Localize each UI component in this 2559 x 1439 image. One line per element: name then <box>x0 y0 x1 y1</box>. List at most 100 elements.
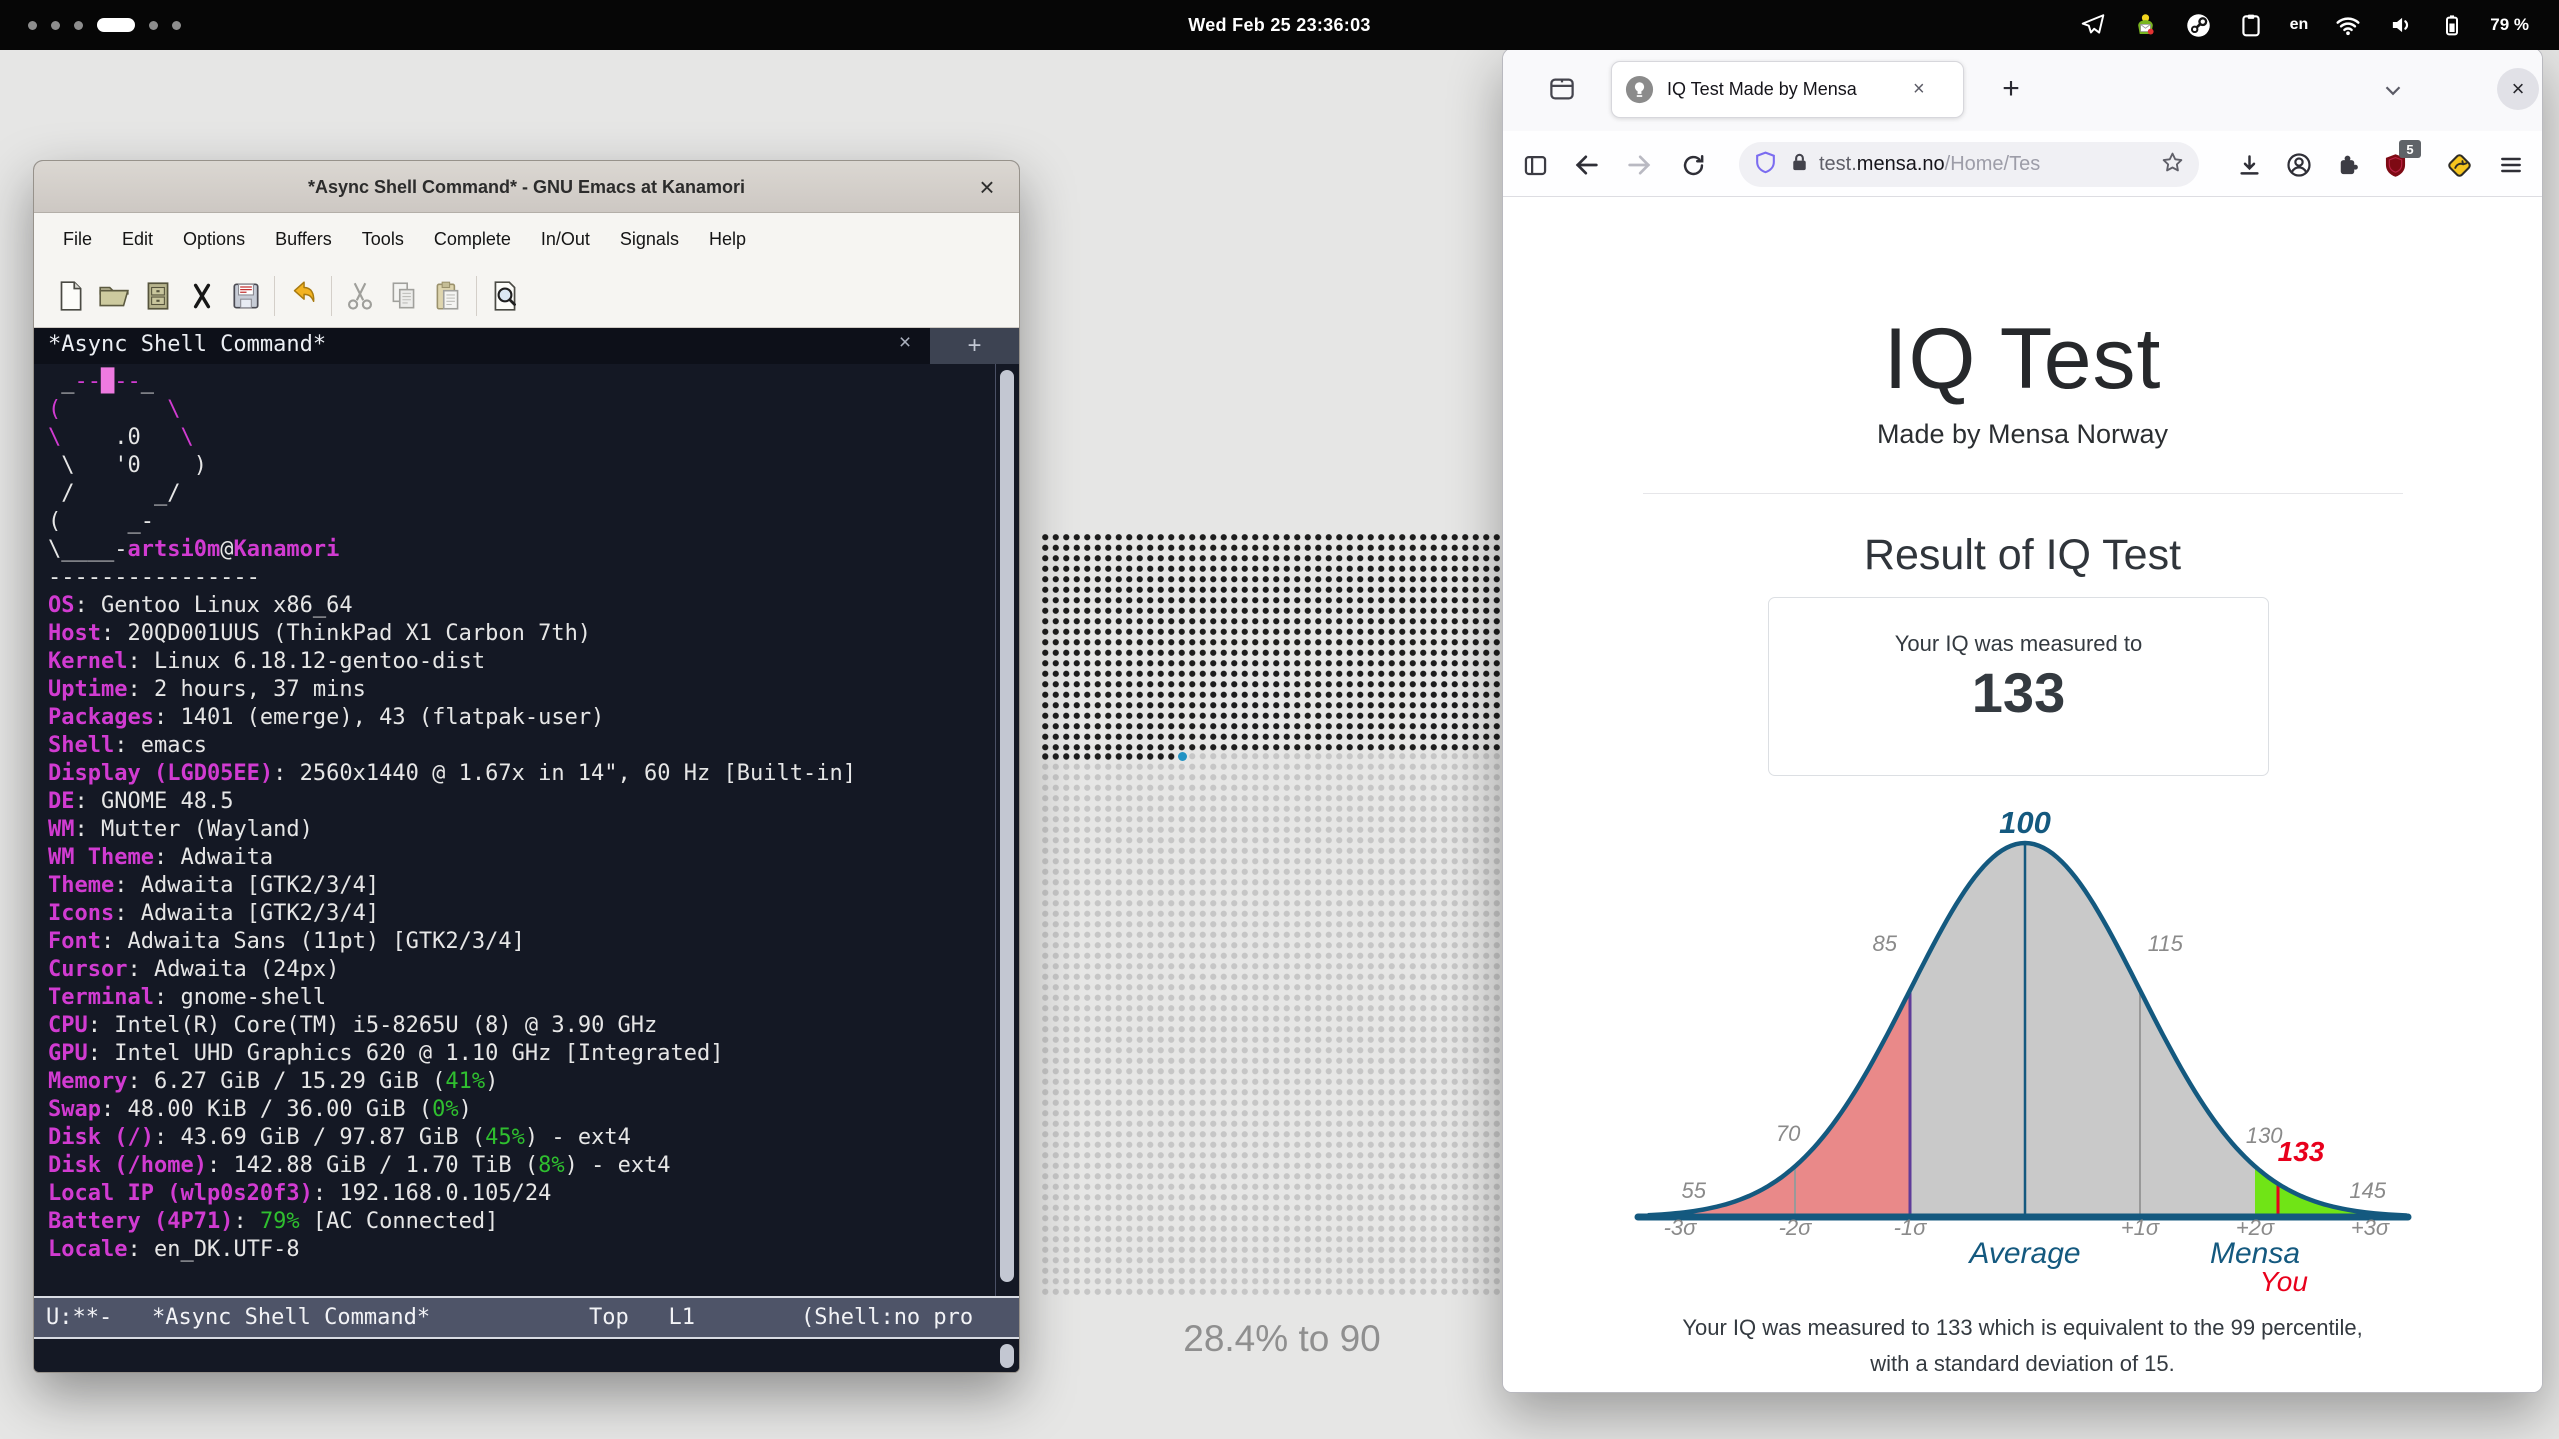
chart-label: +1σ <box>2121 1215 2160 1240</box>
dired-button[interactable] <box>136 276 180 316</box>
terminal-line: Font: Adwaita Sans (11pt) [GTK2/3/4] <box>48 928 994 956</box>
system-tray: en 79 % <box>2080 0 2529 50</box>
tab-close-button[interactable]: × <box>1913 78 1925 101</box>
menu-hamburger-icon[interactable] <box>2493 147 2529 183</box>
result-heading: Result of IQ Test <box>1503 531 2542 580</box>
window-close-button[interactable]: × <box>2497 68 2539 110</box>
back-button[interactable] <box>1569 147 1605 183</box>
emacs-titlebar[interactable]: *Async Shell Command* - GNU Emacs at Kan… <box>34 161 1019 213</box>
extensions-puzzle-icon[interactable] <box>2329 147 2365 183</box>
keyboard-layout-indicator[interactable]: en <box>2290 16 2309 34</box>
claws-mail-icon[interactable] <box>2132 12 2159 39</box>
toolbar-separator <box>476 276 477 316</box>
new-tab-button[interactable]: + <box>1989 66 2033 112</box>
bell-curve-chart: 557085100115130133145-3σ-2σ-1σ+1σ+2σ+3σA… <box>1628 801 2418 1301</box>
firefox-window: IQ Test Made by Mensa × + × test.mensa.n… <box>1502 47 2543 1393</box>
chart-label: 133 <box>2278 1136 2325 1167</box>
url-text: test.mensa.no/Home/Tes <box>1819 153 2119 176</box>
terminal-line: Battery (4P71): 79% [AC Connected] <box>48 1208 994 1236</box>
buffer-tab[interactable]: *Async Shell Command* <box>48 332 326 357</box>
emacs-window-title: *Async Shell Command* - GNU Emacs at Kan… <box>34 161 1019 213</box>
close-buffer-button[interactable] <box>180 276 224 316</box>
account-icon[interactable] <box>2281 147 2317 183</box>
chart-label: 85 <box>1872 931 1897 956</box>
emacs-menu-buffers[interactable]: Buffers <box>260 229 347 250</box>
result-description: Your IQ was measured to 133 which is equ… <box>1503 1310 2542 1382</box>
echo-scrollbar-thumb[interactable] <box>1000 1344 1014 1368</box>
volume-icon[interactable] <box>2388 12 2414 38</box>
workspace-indicator[interactable] <box>28 0 181 50</box>
cut-button[interactable] <box>338 276 382 316</box>
workspace-dot[interactable] <box>28 21 37 30</box>
emacs-menu-options[interactable]: Options <box>168 229 260 250</box>
toolbar-separator <box>331 276 332 316</box>
chart-label: -2σ <box>1779 1215 1813 1240</box>
clipboard-icon[interactable] <box>2238 12 2264 38</box>
tracking-protection-shield-icon[interactable] <box>1753 150 1778 180</box>
battery-icon[interactable] <box>2440 12 2464 38</box>
open-file-button[interactable] <box>92 276 136 316</box>
isearch-button[interactable] <box>483 276 527 316</box>
emacs-tab-line: *Async Shell Command* × + <box>34 328 1019 364</box>
page-content: IQ Test Made by Mensa Norway Result of I… <box>1503 197 2542 1392</box>
buffer-tab-close[interactable]: × <box>890 331 920 355</box>
emacs-menu-inout[interactable]: In/Out <box>526 229 605 250</box>
browser-tab[interactable]: IQ Test Made by Mensa × <box>1611 61 1964 118</box>
ublock-badge: 5 <box>2399 140 2421 158</box>
workspace-dot[interactable] <box>172 21 181 30</box>
emacs-scrollbar[interactable] <box>995 364 1019 1296</box>
ublock-origin-icon[interactable]: 5 <box>2377 147 2413 183</box>
new-buffer-tab-button[interactable]: + <box>930 328 1019 364</box>
workspace-dot[interactable] <box>74 21 83 30</box>
terminal-line: Kernel: Linux 6.18.12-gentoo-dist <box>48 648 994 676</box>
active-workspace-pill[interactable] <box>97 18 135 32</box>
scrollbar-thumb[interactable] <box>1000 370 1014 1282</box>
sidebar-toggle-icon[interactable] <box>1517 147 1553 183</box>
telegram-icon[interactable] <box>2080 12 2106 38</box>
terminal-line: Uptime: 2 hours, 37 mins <box>48 676 994 704</box>
terminal-line: DE: GNOME 48.5 <box>48 788 994 816</box>
tab-title: IQ Test Made by Mensa <box>1667 79 1907 100</box>
chart-label: Average <box>1967 1237 2080 1270</box>
url-bar[interactable]: test.mensa.no/Home/Tes <box>1739 142 2199 187</box>
divider <box>1643 493 2403 494</box>
emacs-window: *Async Shell Command* - GNU Emacs at Kan… <box>33 160 1020 1373</box>
firefox-toolbar: test.mensa.no/Home/Tes 5 <box>1503 131 2542 197</box>
wifi-icon[interactable] <box>2334 12 2362 38</box>
firefox-view-icon[interactable] <box>1545 72 1579 106</box>
steam-icon[interactable] <box>2185 12 2212 39</box>
chart-label: +3σ <box>2351 1215 2390 1240</box>
emacs-close-button[interactable]: × <box>969 169 1005 205</box>
desktop: Wed Feb 25 23:36:03 en 79 % 28.4% to 90 … <box>0 0 2559 1439</box>
paste-button[interactable] <box>426 276 470 316</box>
emacs-menu-help[interactable]: Help <box>694 229 761 250</box>
terminal-line: \ .0 \ <box>48 424 994 452</box>
terminal-line: Memory: 6.27 GiB / 15.29 GiB (41%) <box>48 1068 994 1096</box>
downloads-icon[interactable] <box>2231 147 2267 183</box>
save-button[interactable] <box>224 276 268 316</box>
lock-icon[interactable] <box>1788 151 1811 179</box>
emacs-buffer[interactable]: *Async Shell Command* × + _--█--_( \\ .0… <box>34 328 1019 1296</box>
result-description-line1: Your IQ was measured to 133 which is equ… <box>1503 1310 2542 1346</box>
emacs-menu-edit[interactable]: Edit <box>107 229 168 250</box>
new-file-button[interactable] <box>48 276 92 316</box>
terminal-line: _--█--_ <box>48 368 994 396</box>
bookmark-star-icon[interactable] <box>2160 150 2185 180</box>
emacs-menu-tools[interactable]: Tools <box>347 229 419 250</box>
list-all-tabs-chevron-icon[interactable] <box>2375 72 2411 108</box>
emacs-menu-complete[interactable]: Complete <box>419 229 526 250</box>
workspace-dot[interactable] <box>51 21 60 30</box>
dots-partial-row <box>1040 751 1177 762</box>
copy-button[interactable] <box>382 276 426 316</box>
emacs-menu-signals[interactable]: Signals <box>605 229 694 250</box>
fastforward-extension-icon[interactable] <box>2441 147 2477 183</box>
dots-remaining <box>1040 751 1524 1295</box>
clock[interactable]: Wed Feb 25 23:36:03 <box>1188 0 1370 50</box>
terminal-line: Swap: 48.00 KiB / 36.00 GiB (0%) <box>48 1096 994 1124</box>
forward-button[interactable] <box>1621 147 1657 183</box>
emacs-menu-file[interactable]: File <box>48 229 107 250</box>
reload-button[interactable] <box>1675 147 1711 183</box>
undo-button[interactable] <box>281 276 325 316</box>
workspace-dot[interactable] <box>149 21 158 30</box>
terminal-line: \____-artsi0m@Kanamori <box>48 536 994 564</box>
